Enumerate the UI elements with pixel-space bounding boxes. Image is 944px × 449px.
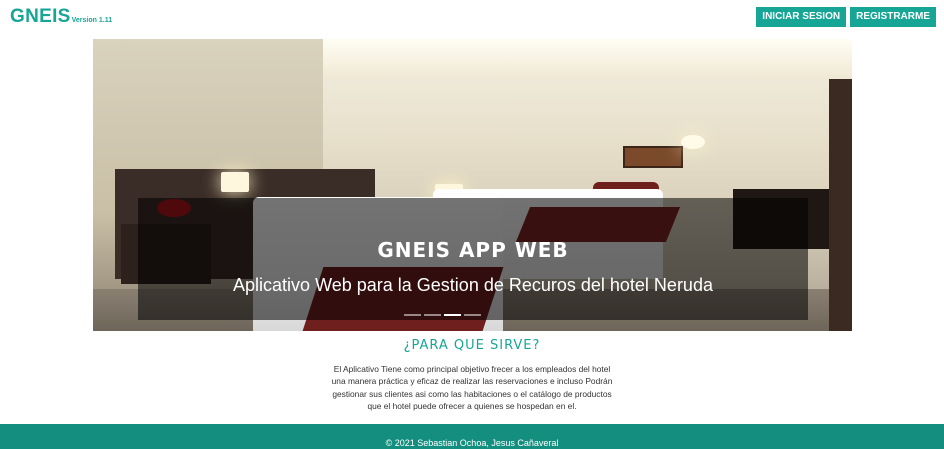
- brand-name: GNEIS: [10, 6, 71, 27]
- description-line: que el hotel puede ofrecer a quienes se …: [367, 401, 577, 412]
- hero-carousel[interactable]: GNEIS APP WEB Aplicativo Web para la Ges…: [93, 39, 852, 331]
- carousel-indicator-1[interactable]: [404, 314, 421, 316]
- auth-buttons: INICIAR SESION REGISTRARME: [756, 7, 936, 27]
- carousel-indicator-2[interactable]: [424, 314, 441, 316]
- footer: © 2021 Sebastian Ochoa, Jesus Cañaveral: [0, 424, 944, 449]
- brand-logo[interactable]: GNEIS Version 1.11: [10, 6, 112, 28]
- hero-subtitle: Aplicativo Web para la Gestion de Recuro…: [233, 275, 713, 295]
- description-line: El Aplicativo Tiene como principal objet…: [333, 364, 611, 374]
- description-line: una manera práctica y eficaz de realizar…: [331, 376, 613, 387]
- carousel-indicator-3[interactable]: [444, 314, 461, 316]
- carousel-indicator-4[interactable]: [464, 314, 481, 316]
- register-button[interactable]: REGISTRARME: [850, 7, 936, 27]
- carousel-indicators: [404, 314, 481, 316]
- section-description: El Aplicativo Tiene como principal objet…: [300, 363, 644, 413]
- login-button[interactable]: INICIAR SESION: [756, 7, 847, 27]
- hero-caption: GNEIS APP WEB Aplicativo Web para la Ges…: [138, 198, 808, 320]
- description-line: gestionar sus clientes asi como las habi…: [332, 388, 612, 399]
- brand-version: Version 1.11: [71, 17, 113, 24]
- hero-title: GNEIS APP WEB: [377, 238, 569, 262]
- section-title: ¿PARA QUE SIRVE?: [403, 338, 541, 353]
- footer-copyright: © 2021 Sebastian Ochoa, Jesus Cañaveral: [385, 438, 559, 448]
